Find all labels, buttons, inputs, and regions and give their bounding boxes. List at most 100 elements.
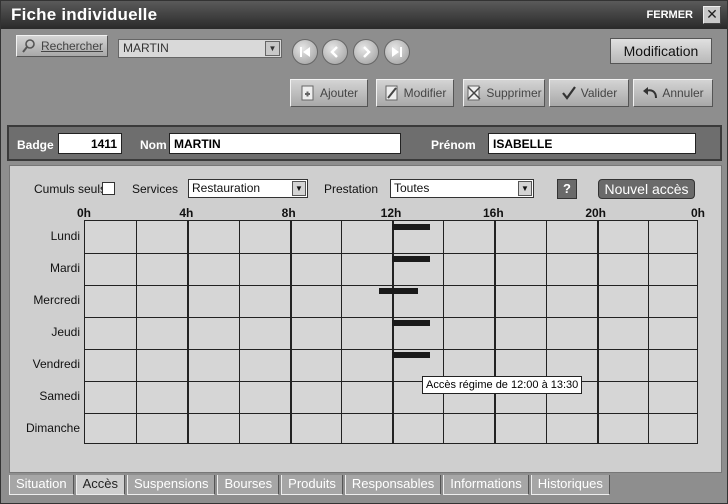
new-access-button[interactable]: Nouvel accès [598, 179, 695, 199]
prestation-select[interactable]: Toutes ▼ [390, 179, 534, 198]
prestation-value: Toutes [394, 181, 430, 195]
grid-row-line [85, 253, 697, 254]
hour-label: 20h [585, 206, 606, 220]
hour-label: 0h [690, 206, 706, 220]
grid-column-line [443, 221, 445, 443]
access-panel: Cumuls seuls Services Restauration ▼ Pre… [9, 165, 722, 473]
grid-row-line [85, 381, 697, 382]
tab-bar: Situation Accès Suspensions Bourses Produits… [9, 475, 612, 495]
cumuls-checkbox[interactable] [102, 182, 115, 195]
tab-informations[interactable]: Informations [443, 475, 529, 495]
grid-row-line [85, 317, 697, 318]
day-label-samedi: Samedi [39, 389, 80, 403]
modification-button[interactable]: Modification [610, 38, 712, 64]
last-record-button[interactable] [384, 39, 410, 65]
grid-row-line [85, 413, 697, 414]
services-value: Restauration [192, 181, 261, 195]
grid-column-line [545, 221, 547, 443]
title-bar: Fiche individuelle FERMER ✕ [1, 1, 727, 29]
add-document-icon [301, 85, 314, 101]
pencil-icon [385, 85, 398, 101]
services-label: Services [132, 182, 179, 196]
search-label: Rechercher [40, 39, 104, 53]
add-button[interactable]: Ajouter [290, 79, 368, 107]
tab-responsables[interactable]: Responsables [344, 475, 442, 495]
identity-strip: Badge 1411 Nom MARTIN Prénom ISABELLE [7, 125, 722, 161]
hour-label: 0h [76, 206, 92, 220]
grid-column-line [289, 221, 292, 443]
add-label: Ajouter [319, 86, 359, 100]
day-label-mardi: Mardi [49, 261, 80, 275]
chevron-down-icon[interactable]: ▼ [518, 181, 532, 196]
firstname-field[interactable]: ISABELLE [488, 133, 696, 154]
search-button[interactable]: Rechercher [16, 35, 108, 57]
grid-column-line [647, 221, 649, 443]
help-button[interactable]: ? [557, 179, 577, 199]
chevron-down-icon[interactable]: ▼ [292, 181, 306, 196]
badge-label: Badge [17, 138, 54, 152]
close-icon[interactable]: ✕ [703, 6, 721, 24]
access-bar-mardi[interactable] [392, 256, 431, 262]
validate-label: Valider [580, 86, 618, 100]
chevron-right-icon [363, 46, 371, 58]
delete-label: Supprimer [486, 86, 542, 100]
tab-bourses[interactable]: Bourses [217, 475, 280, 495]
cancel-button[interactable]: Annuler [633, 79, 713, 107]
access-bar-vendredi[interactable] [392, 352, 431, 358]
prestation-label: Prestation [324, 182, 379, 196]
hour-label: 4h [179, 206, 194, 220]
edit-button[interactable]: Modifier [376, 79, 454, 107]
day-label-lundi: Lundi [50, 229, 80, 243]
checkmark-icon [561, 86, 576, 100]
weekly-schedule-grid[interactable] [84, 220, 698, 444]
name-select[interactable]: MARTIN ▼ [118, 39, 282, 58]
day-label-mercredi: Mercredi [33, 293, 80, 307]
cumuls-label: Cumuls seuls [34, 182, 107, 196]
grid-column-line [136, 221, 138, 443]
magnifier-icon [22, 39, 35, 53]
grid-column-line [238, 221, 240, 443]
chevron-down-icon[interactable]: ▼ [265, 41, 280, 56]
next-record-button[interactable] [353, 39, 379, 65]
day-label-jeudi: Jeudi [51, 325, 80, 339]
grid-column-line [187, 221, 190, 443]
edit-label: Modifier [403, 86, 447, 100]
previous-record-button[interactable] [322, 39, 348, 65]
first-record-button[interactable] [292, 39, 318, 65]
window-title: Fiche individuelle [11, 5, 158, 24]
close-label[interactable]: FERMER [647, 9, 693, 21]
day-label-vendredi: Vendredi [32, 357, 80, 371]
access-bar-mercredi[interactable] [379, 288, 418, 294]
undo-arrow-icon [643, 87, 658, 99]
chevron-left-icon [330, 46, 338, 58]
services-select[interactable]: Restauration ▼ [188, 179, 308, 198]
grid-row-line [85, 285, 697, 286]
day-label-dimanche: Dimanche [25, 421, 80, 435]
tab-acces[interactable]: Accès [75, 475, 125, 495]
name-select-value: MARTIN [123, 41, 169, 55]
tab-suspensions[interactable]: Suspensions [127, 475, 216, 495]
name-field[interactable]: MARTIN [169, 133, 401, 154]
grid-row-line [85, 349, 697, 350]
hour-label: 12h [380, 206, 402, 220]
hour-label: 16h [482, 206, 504, 220]
tab-situation[interactable]: Situation [9, 475, 74, 495]
grid-column-line [494, 221, 497, 443]
validate-button[interactable]: Valider [549, 79, 629, 107]
grid-column-line [596, 221, 599, 443]
cancel-label: Annuler [662, 86, 704, 100]
access-bar-lundi[interactable] [392, 224, 431, 230]
firstname-label: Prénom [431, 138, 476, 152]
tab-historiques[interactable]: Historiques [530, 475, 610, 495]
delete-button[interactable]: Supprimer [463, 79, 545, 107]
hour-label: 8h [281, 206, 296, 220]
badge-field[interactable]: 1411 [58, 133, 122, 154]
tab-produits[interactable]: Produits [281, 475, 343, 495]
access-bar-jeudi[interactable] [392, 320, 431, 326]
delete-document-icon [467, 85, 481, 101]
fiche-window: Fiche individuelle FERMER ✕ Rechercher M… [0, 0, 728, 504]
skip-last-icon [392, 47, 402, 57]
access-tooltip: Accès régime de 12:00 à 13:30 [422, 376, 583, 394]
name-label: Nom [140, 138, 167, 152]
grid-column-line [392, 221, 394, 443]
